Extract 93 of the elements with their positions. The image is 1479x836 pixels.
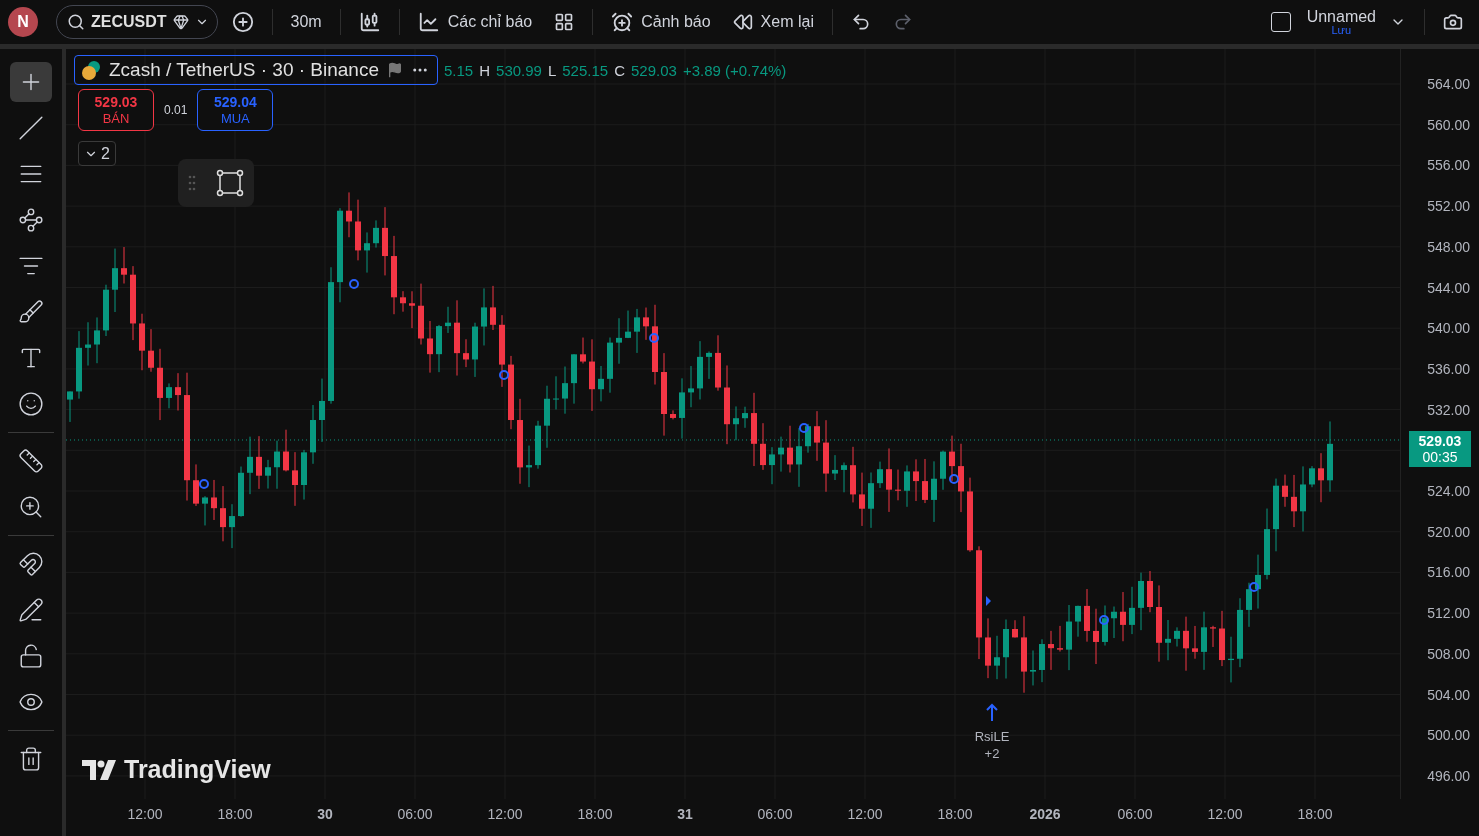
coin-icon (81, 60, 101, 80)
spread-value: 0.01 (164, 103, 188, 117)
signal-marker (949, 474, 959, 484)
layout-name[interactable]: Unnamed (1306, 8, 1376, 25)
price-label: 532.00 (1427, 401, 1470, 418)
logo-text: TradingView (124, 755, 271, 784)
last-price-tag: 529.03 00:35 (1409, 431, 1471, 467)
interval-button[interactable]: 30m (282, 7, 330, 37)
gem-icon (172, 14, 189, 30)
ohlc-label: L (547, 61, 557, 79)
price-label: 520.00 (1427, 523, 1470, 540)
price-label: 548.00 (1427, 238, 1470, 255)
price-label: 540.00 (1427, 320, 1470, 337)
ohlc-value: 530.99 (496, 61, 542, 79)
time-label: 18:00 (217, 806, 253, 822)
price-label: 552.00 (1427, 198, 1470, 215)
ohlc-label: H (479, 61, 491, 79)
ohlc-value: 525.15 (562, 61, 609, 79)
price-label: 512.00 (1427, 605, 1470, 622)
camera-icon (1443, 12, 1463, 32)
ohlc-label: C (614, 61, 625, 79)
user-avatar[interactable]: N (8, 7, 38, 37)
buy-button[interactable]: 529.04 MUA (197, 89, 274, 131)
indicators-toggle[interactable]: 2 (78, 141, 116, 166)
search-icon (67, 13, 85, 31)
rectangle-icon[interactable] (216, 169, 244, 197)
signal-marker (1249, 582, 1259, 592)
price-label: 500.00 (1427, 727, 1470, 744)
price-label: 524.00 (1427, 483, 1470, 499)
time-label: 18:00 (1297, 806, 1333, 822)
grid-icon (554, 12, 575, 32)
price-label: 560.00 (1427, 116, 1470, 133)
line-chart-icon (417, 11, 440, 33)
plus-circle-icon (231, 11, 254, 33)
sell-button[interactable]: 529.03 BÁN (78, 89, 154, 131)
save-status: Lưu (1331, 24, 1352, 36)
trash-icon (18, 746, 44, 772)
undo-icon (850, 12, 871, 32)
time-label: 30 (317, 806, 333, 822)
time-label: 06:00 (757, 806, 793, 822)
layout-checkbox[interactable] (1270, 12, 1291, 32)
brush-icon (18, 299, 44, 325)
pattern-icon (18, 207, 44, 233)
signal-marker (199, 479, 209, 489)
time-label: 12:00 (127, 806, 163, 822)
alarm-clock-icon (611, 11, 634, 33)
price-label: 496.00 (1427, 767, 1470, 784)
ohlc-value: 529.03 (631, 61, 677, 79)
price-label: 556.00 (1427, 157, 1470, 174)
symbol-legend[interactable]: Zcash / TetherUS · 30 · Binance (74, 55, 438, 85)
replay-button[interactable]: Xem lại (724, 6, 822, 38)
time-label: 06:00 (1117, 806, 1153, 822)
smiley-icon (18, 391, 44, 417)
crosshair-tool[interactable] (10, 62, 52, 102)
signal-marker (499, 370, 509, 380)
time-label: 12:00 (1207, 806, 1243, 822)
signal-count: +2 (984, 746, 1000, 761)
signal-label: RsiLE (974, 729, 1010, 744)
indicators-button[interactable]: Các chỉ báo (409, 5, 541, 39)
symbol-name: ZECUSDT (91, 13, 167, 31)
time-label: 18:00 (577, 806, 613, 822)
price-label: 508.00 (1427, 645, 1470, 662)
price-label: 564.00 (1427, 76, 1470, 92)
line-icon (18, 115, 44, 141)
legend-title: Zcash / TetherUS · 30 · Binance (109, 59, 379, 81)
arrow-up-icon (986, 703, 998, 722)
drag-handle-icon[interactable] (188, 174, 196, 192)
signal-marker (1099, 615, 1109, 625)
alerts-button[interactable]: Cảnh báo (603, 5, 719, 39)
signal-triangle (986, 596, 991, 606)
time-label: 12:00 (487, 806, 523, 822)
time-label: 06:00 (397, 806, 433, 822)
zoom-in-icon (18, 494, 44, 520)
candlestick-icon (358, 11, 381, 33)
unlock-icon (18, 643, 44, 669)
logo-icon (82, 759, 118, 780)
time-label: 18:00 (937, 806, 973, 822)
magnet-icon (18, 551, 44, 577)
flag-icon (387, 62, 403, 78)
price-label: 504.00 (1427, 686, 1470, 703)
rewind-icon (732, 12, 753, 32)
price-label: 536.00 (1427, 360, 1470, 377)
ruler-icon (18, 448, 44, 474)
price-label: 544.00 (1427, 279, 1470, 296)
signal-marker (649, 333, 659, 343)
time-label: 31 (677, 806, 693, 822)
signal-marker (349, 279, 359, 289)
price-label: 516.00 (1427, 564, 1470, 581)
time-label: 2026 (1029, 806, 1061, 822)
price-change: +3.89 (+0.74%) (682, 61, 787, 79)
open-value: 5.15 (444, 61, 474, 79)
time-label: 12:00 (847, 806, 883, 822)
signal-marker (799, 423, 809, 433)
